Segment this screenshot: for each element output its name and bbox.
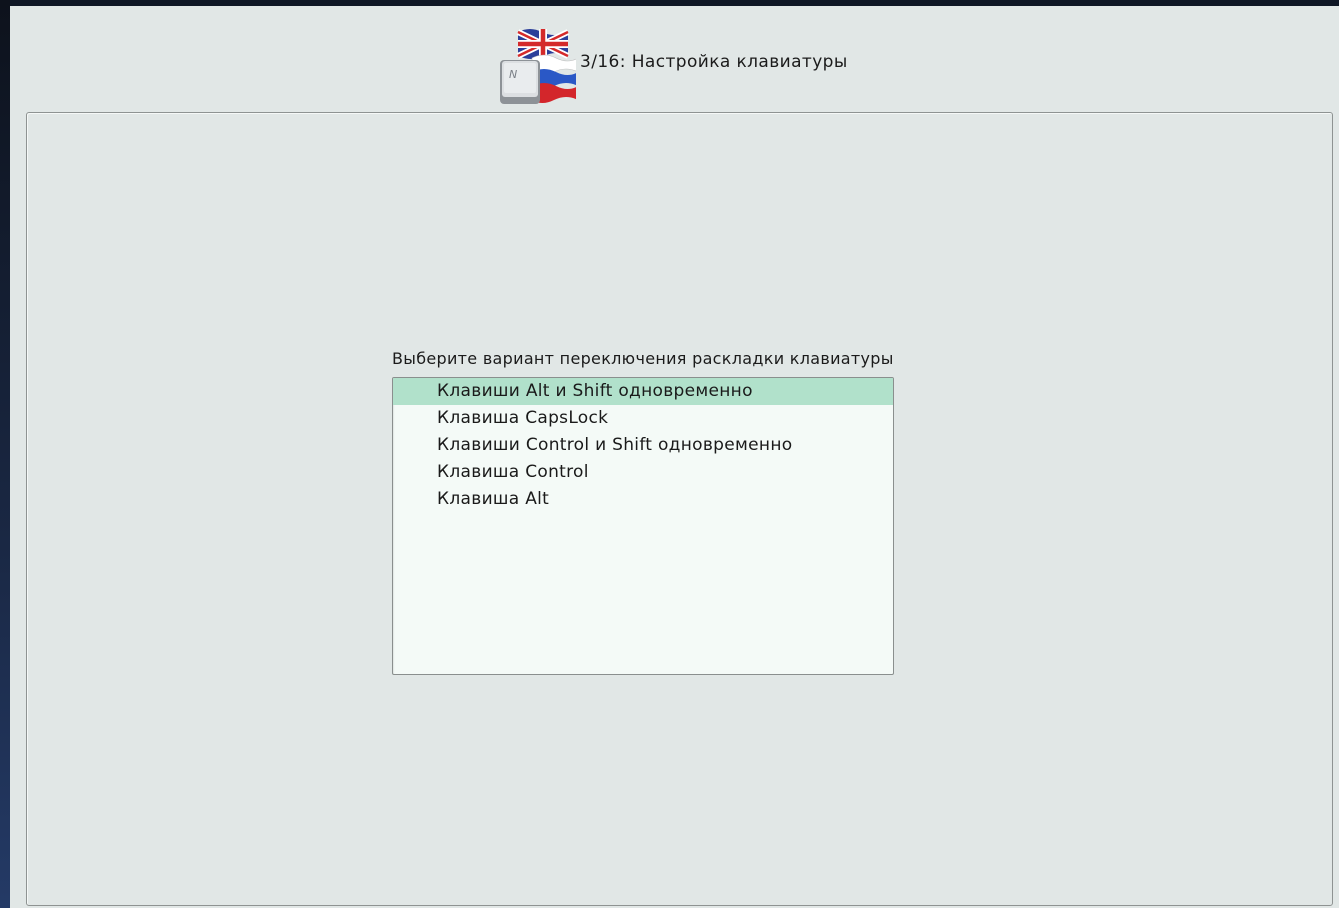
list-item[interactable]: Клавиша Alt bbox=[393, 486, 893, 513]
switch-method-label: Выберите вариант переключения раскладки … bbox=[392, 349, 894, 368]
page-title: 3/16: Настройка клавиатуры bbox=[580, 52, 848, 72]
desktop-background bbox=[0, 0, 10, 908]
installer-window: N 3/16: Настройка клавиатуры Выберите ва… bbox=[10, 6, 1339, 908]
layout-switch-listbox[interactable]: Клавиши Alt и Shift одновременно Клавиша… bbox=[392, 377, 894, 675]
list-item[interactable]: Клавиши Control и Shift одновременно bbox=[393, 432, 893, 459]
content-panel: Выберите вариант переключения раскладки … bbox=[26, 112, 1333, 906]
page-header: N 3/16: Настройка клавиатуры bbox=[490, 22, 848, 112]
svg-text:N: N bbox=[509, 68, 517, 81]
list-item[interactable]: Клавиша Control bbox=[393, 459, 893, 486]
list-item[interactable]: Клавиша CapsLock bbox=[393, 405, 893, 432]
list-item[interactable]: Клавиши Alt и Shift одновременно bbox=[393, 378, 893, 405]
keyboard-language-flags-icon: N bbox=[490, 24, 579, 110]
